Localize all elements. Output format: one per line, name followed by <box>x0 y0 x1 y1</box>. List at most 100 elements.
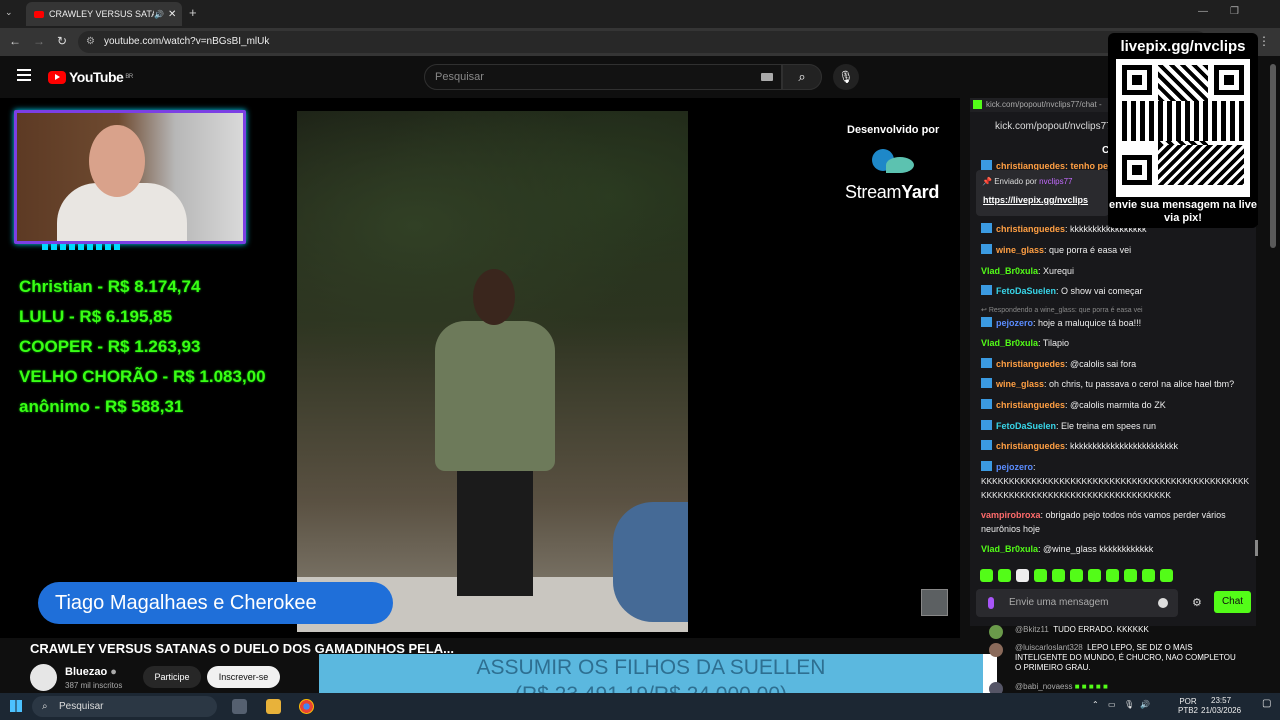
browser-menu-icon[interactable]: ⋮ <box>1258 34 1270 48</box>
restore-icon[interactable]: ❐ <box>1230 6 1239 17</box>
badge-icon <box>981 285 992 295</box>
pinned-link[interactable]: https://livepix.gg/nvclips <box>983 195 1088 205</box>
emote-icon[interactable] <box>998 569 1011 582</box>
pinned-by: 📌 Enviado por nvclips77 <box>982 177 1073 186</box>
emote-icon[interactable] <box>1070 569 1083 582</box>
network-icon[interactable]: ▭ <box>1108 700 1116 709</box>
chat-message: Vlad_Br0xula: Xurequi <box>981 266 1075 276</box>
emote-icon[interactable] <box>1052 569 1065 582</box>
badge-icon <box>981 461 992 471</box>
chat-message-continuation: neurônios hoje <box>981 524 1041 534</box>
badge-icon <box>981 420 992 430</box>
emote-icon[interactable] <box>1106 569 1119 582</box>
speaker-icon[interactable]: 🔊 <box>154 10 164 19</box>
yt-chat-message: @Bkitz11 TUDO ERRADO. KKKKKK <box>1015 625 1149 634</box>
chat-scrollbar[interactable] <box>1255 540 1258 556</box>
kick-url[interactable]: kick.com/popout/nvclips77/ <box>970 117 1115 137</box>
browser-tabbar: ⌄ CRAWLEY VERSUS SATANAS 🔊 ✕ + — ❐ <box>0 0 1280 28</box>
verified-icon: ● <box>110 666 117 678</box>
chat-message-continuation: KKKKKKKKKKKKKKKKKKKKKKKKKKKKKKKKKKKKKKKK… <box>981 476 1250 486</box>
livepix-caption: envie sua mensagem na live via pix! <box>1108 197 1258 225</box>
emote-icon[interactable] <box>1160 569 1173 582</box>
task-view-icon[interactable] <box>232 699 247 714</box>
chat-message: pejozero: <box>981 460 1246 474</box>
hamburger-menu-icon[interactable] <box>17 69 31 81</box>
youtube-header: YouTube BR Pesquisar ⌕ 🎙 <box>0 56 1280 98</box>
developed-by-label: Desenvolvido por <box>847 124 940 136</box>
join-button[interactable]: Participe <box>143 666 201 688</box>
taskbar-search[interactable]: ⌕ Pesquisar <box>32 696 217 717</box>
region-label: BR <box>125 74 133 80</box>
chrome-icon[interactable] <box>299 699 314 714</box>
badge-icon <box>981 358 992 368</box>
youtube-logo[interactable]: YouTube BR <box>48 69 133 85</box>
close-tab-icon[interactable]: ✕ <box>168 9 182 20</box>
minimize-icon[interactable]: — <box>1198 6 1208 17</box>
yt-chat-message: @luiscarloslant328 LEPO LEPO, SE DIZ O M… <box>1015 643 1236 672</box>
yt-chat-message: @babi_novaess ■ ■ ■ ■ ■ <box>1015 682 1108 691</box>
forward-icon[interactable]: → <box>33 34 45 48</box>
streamyard-wordmark: StreamYard <box>845 182 940 202</box>
notification-icon[interactable]: ▢ <box>1262 698 1271 709</box>
microphone-icon[interactable]: 🎙 <box>1124 700 1134 709</box>
badge-icon <box>981 244 992 254</box>
chat-settings-icon[interactable]: ⚙ <box>1192 596 1202 609</box>
emote-icon[interactable] <box>980 569 993 582</box>
emote-icon[interactable] <box>1016 569 1029 582</box>
donor-line: COOPER - R$ 1.263,93 <box>19 337 201 356</box>
reload-icon[interactable]: ↻ <box>57 34 67 48</box>
emoji-icon[interactable] <box>1158 598 1168 608</box>
windows-taskbar: ⌕ Pesquisar ⌃ ▭ 🎙 🔊 POR PTB2 23:57 21/03/2… <box>0 693 1280 720</box>
search-button[interactable]: ⌕ <box>782 64 822 90</box>
channel-avatar[interactable] <box>30 664 57 691</box>
donor-line: VELHO CHORÃO - R$ 1.083,00 <box>19 367 266 386</box>
small-thumbnail <box>921 589 948 616</box>
subscribe-button[interactable]: Inscrever-se <box>207 666 280 688</box>
chat-message: Vlad_Br0xula: Tilapio <box>981 338 1070 348</box>
subscriber-count: 387 mil inscritos <box>65 681 123 690</box>
search-placeholder: Pesquisar <box>435 71 484 83</box>
badge-icon <box>981 223 992 233</box>
badge-icon <box>981 440 992 450</box>
voice-search-icon[interactable]: 🎙 <box>833 64 859 90</box>
url-text: youtube.com/watch?v=nBGsBI_mlUk <box>104 36 270 47</box>
chat-message-continuation: KKKKKKKKKKKKKKKKKKKKKKKKKKKKKKKKKK <box>981 490 1171 500</box>
search-input[interactable]: Pesquisar <box>424 64 782 90</box>
new-tab-button[interactable]: + <box>189 5 197 20</box>
webcam-decoration <box>42 244 120 250</box>
taskbar-clock[interactable]: 23:57 21/03/2026 <box>1201 696 1241 716</box>
search-icon: ⌕ <box>42 701 48 712</box>
video-clip <box>297 111 688 632</box>
tab-list-chevron-icon[interactable]: ⌄ <box>5 7 13 18</box>
badge-icon <box>981 317 992 327</box>
search-icon: ⌕ <box>798 69 806 84</box>
mic-icon[interactable] <box>988 597 994 609</box>
keyboard-language[interactable]: POR PTB2 <box>1178 697 1198 715</box>
keyboard-icon[interactable] <box>761 73 773 81</box>
goal-title: ASSUMIR OS FILHOS DA SUELLEN <box>476 656 826 679</box>
channel-name[interactable]: Bluezao ● <box>65 666 117 678</box>
emote-icon[interactable] <box>1088 569 1101 582</box>
badge-icon <box>981 378 992 388</box>
youtube-play-icon <box>48 70 66 84</box>
chat-message: FetoDaSuelen: Ele treina em spees run <box>981 419 1246 433</box>
reply-note: ↩ Respondendo a wine_glass: que porra é … <box>981 307 1143 314</box>
tray-chevron-icon[interactable]: ⌃ <box>1092 700 1099 709</box>
chat-message: vampirobroxa: obrigado pejo todos nós va… <box>981 510 1226 520</box>
emote-icon[interactable] <box>1124 569 1137 582</box>
browser-tab[interactable]: CRAWLEY VERSUS SATANAS 🔊 ✕ <box>26 2 182 26</box>
chat-message-input[interactable]: Envie uma mensagem <box>976 589 1178 617</box>
volume-icon[interactable]: 🔊 <box>1140 700 1150 709</box>
windows-start-icon[interactable] <box>10 700 22 712</box>
chat-message: pejozero: hoje a maluquice tá boa!!! <box>981 316 1246 330</box>
guest-nameplate: Tiago Magalhaes e Cherokee <box>38 582 393 624</box>
page-scrollbar[interactable] <box>1270 64 1276 248</box>
donor-line: anônimo - R$ 588,31 <box>19 397 184 416</box>
chat-send-button[interactable]: Chat <box>1214 591 1251 613</box>
url-field[interactable]: ⚙ youtube.com/watch?v=nBGsBI_mlUk <box>78 31 1208 53</box>
emote-icon[interactable] <box>1034 569 1047 582</box>
back-icon[interactable]: ← <box>9 34 21 48</box>
emote-icon[interactable] <box>1142 569 1155 582</box>
site-info-icon[interactable]: ⚙ <box>86 31 95 53</box>
file-explorer-icon[interactable] <box>266 699 281 714</box>
